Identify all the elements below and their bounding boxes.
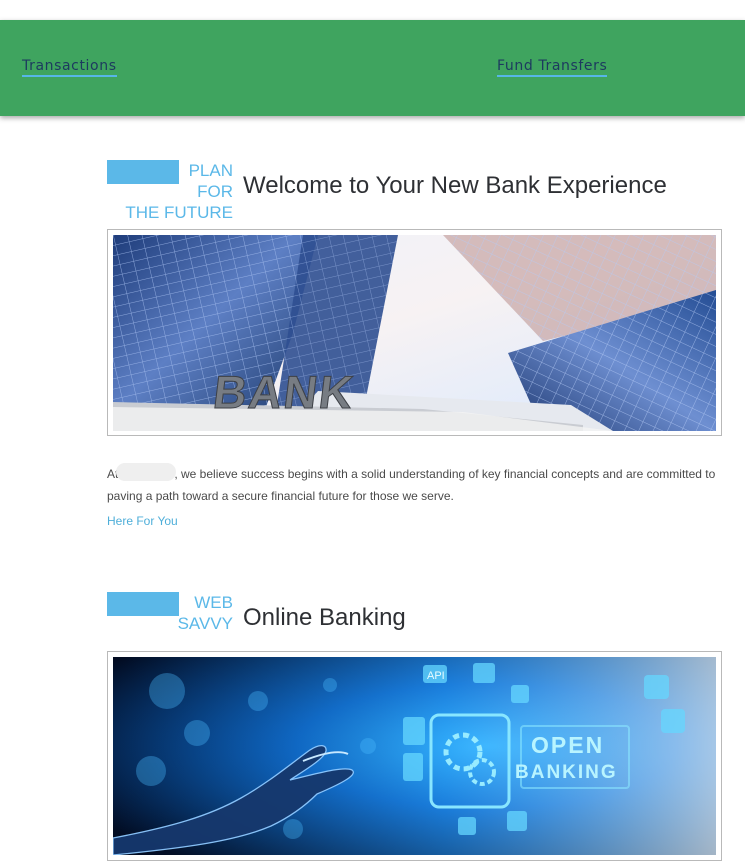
- kicker-line: THE FUTURE: [125, 203, 233, 222]
- open-banking-illustration: API OPEN BANKING: [113, 657, 716, 855]
- transactions-link[interactable]: Transactions: [22, 58, 117, 77]
- bank-building-image: BANK: [107, 229, 722, 436]
- api-label: API: [427, 670, 445, 682]
- welcome-heading: Welcome to Your New Bank Experience: [243, 172, 667, 199]
- open-text: OPEN: [531, 732, 604, 758]
- bank-page: Transactions Fund Transfers PLAN FOR THE…: [0, 0, 745, 866]
- kicker-line: SAVVY: [177, 614, 233, 633]
- online-banking-heading: Online Banking: [243, 604, 406, 631]
- fund-transfers-link[interactable]: Fund Transfers: [497, 58, 608, 77]
- banking-text: BANKING: [515, 762, 618, 783]
- welcome-section-header: PLAN FOR THE FUTURE Welcome to Your New …: [107, 160, 727, 230]
- web-savvy-kicker: WEB SAVVY: [107, 592, 233, 634]
- redacted-bank-name: [116, 463, 177, 481]
- top-strip: [0, 0, 745, 20]
- bank-sign-text: BANK: [211, 366, 358, 418]
- plan-for-future-kicker: PLAN FOR THE FUTURE: [107, 160, 233, 223]
- here-for-you-link[interactable]: Here For You: [107, 514, 178, 528]
- kicker-line: FOR: [197, 182, 233, 201]
- kicker-line: PLAN: [188, 161, 233, 180]
- welcome-intro-text: At, we believe success begins with a sol…: [107, 463, 717, 507]
- intro-body: , we believe success begins with a solid…: [107, 467, 716, 503]
- bank-building-illustration: BANK: [113, 235, 716, 431]
- kicker-line: WEB: [194, 593, 233, 612]
- online-banking-image: API OPEN BANKING: [107, 651, 722, 861]
- top-navigation: Transactions Fund Transfers: [0, 20, 745, 116]
